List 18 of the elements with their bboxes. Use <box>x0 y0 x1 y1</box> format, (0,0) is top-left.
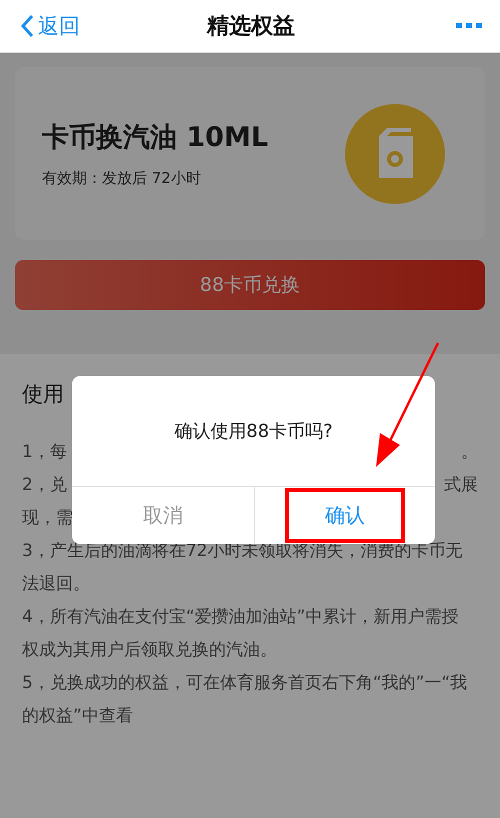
back-button[interactable]: 返回 <box>20 12 80 40</box>
page-title: 精选权益 <box>207 13 295 41</box>
redeem-button[interactable]: 88卡币兑换 <box>15 260 485 310</box>
dialog-message: 确认使用88卡币吗? <box>174 420 333 443</box>
notes-heading: 使用 <box>22 381 64 408</box>
note-text: 。 <box>461 441 478 464</box>
validity-text: 有效期：发放后 72小时 <box>42 169 202 188</box>
note-text: 现，需 <box>22 507 73 530</box>
more-icon[interactable] <box>456 23 482 29</box>
note-text: 2，兑 <box>22 474 67 497</box>
confirm-button[interactable]: 确认 <box>254 487 435 544</box>
note-text: 5，兑换成功的权益，可在体育服务首页右下角“我的”一“我的权益”中查看 <box>22 672 468 728</box>
note-text: 1，每 <box>22 441 67 464</box>
product-name: 卡币换汽油 10ML <box>42 121 268 155</box>
back-icon <box>20 14 34 38</box>
fuel-can-icon <box>345 104 445 204</box>
note-text: 式展 <box>444 474 478 497</box>
note-text: 4，所有汽油在支付宝“爱攒油加油站”中累计，新用户需授权成为其用户后领取兑换的汽油。 <box>22 606 460 662</box>
